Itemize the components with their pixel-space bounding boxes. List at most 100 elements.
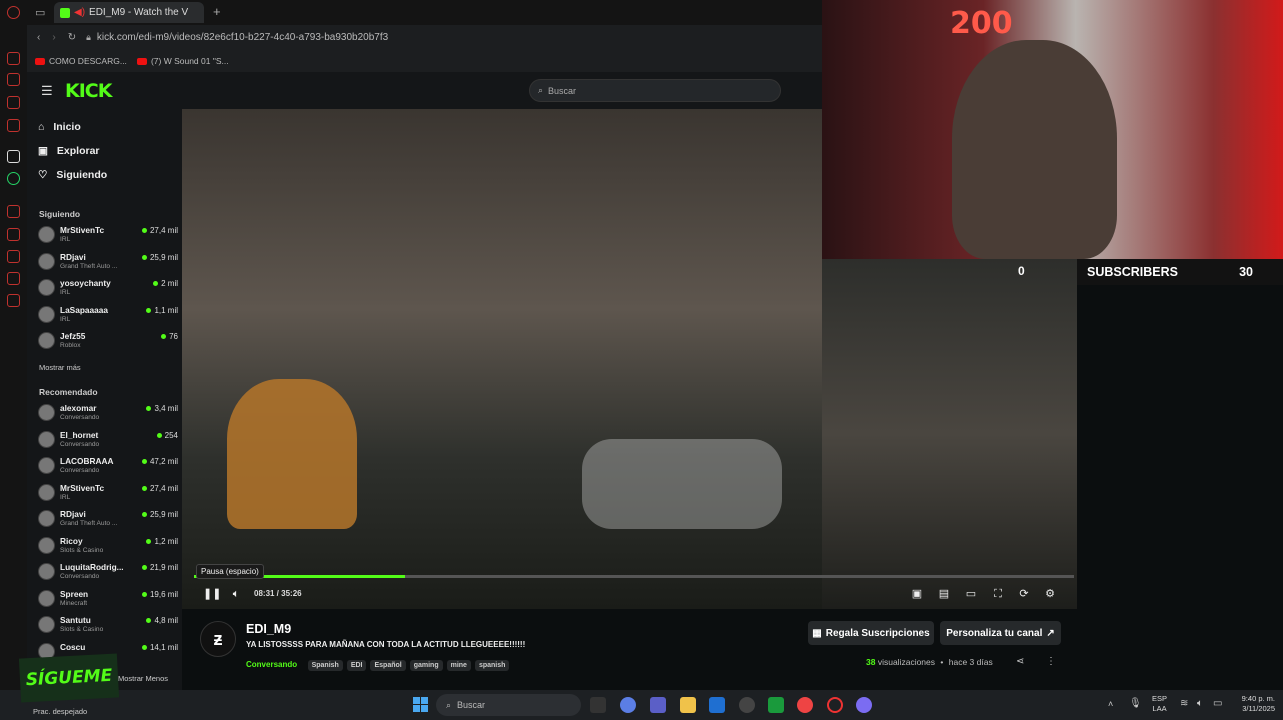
channel-item[interactable]: Ricoy Slots & Casino 1,2 mil bbox=[38, 534, 178, 558]
download-icon[interactable] bbox=[7, 250, 20, 263]
file-icon[interactable] bbox=[590, 697, 606, 713]
customize-label: Personaliza tu canal bbox=[946, 627, 1043, 639]
miniplayer-icon[interactable]: ▣ bbox=[911, 588, 923, 600]
video-player-extension bbox=[822, 259, 1077, 609]
back-icon[interactable]: ‹ bbox=[37, 32, 40, 43]
windows-start-icon[interactable] bbox=[413, 697, 428, 712]
kick-logo[interactable]: KICK bbox=[65, 80, 112, 102]
reload-icon[interactable]: ↻ bbox=[68, 32, 76, 43]
tag-chip[interactable]: mine bbox=[446, 660, 471, 671]
bookmark-item[interactable]: (7) W Sound 01 "S... bbox=[151, 56, 229, 66]
share-icon[interactable]: ⋖ bbox=[1016, 656, 1024, 667]
channel-name[interactable]: EDI_M9 bbox=[246, 622, 291, 636]
channel-item[interactable]: yosoychanty IRL 2 mil bbox=[38, 276, 178, 300]
volume-icon[interactable]: 🔈︎ bbox=[230, 588, 242, 600]
tab-active[interactable]: ◀) EDI_M9 - Watch the V bbox=[54, 2, 204, 23]
taskbar-search[interactable]: ⌕ Buscar bbox=[436, 694, 581, 716]
tab-title: EDI_M9 - Watch the V bbox=[89, 7, 189, 18]
wifi-icon[interactable]: ≋ bbox=[1180, 698, 1188, 709]
store-icon[interactable] bbox=[709, 697, 725, 713]
new-tab-button[interactable]: + bbox=[213, 4, 221, 19]
channel-category: IRL bbox=[60, 493, 71, 501]
category-link[interactable]: Conversando bbox=[246, 660, 297, 669]
channel-avatar[interactable]: ƶ bbox=[200, 621, 236, 657]
url-field[interactable]: kick.com/edi-m9/videos/82e6cf10-b227-4c4… bbox=[97, 32, 388, 43]
xbox-icon[interactable] bbox=[768, 697, 784, 713]
channel-item[interactable]: Spreen Minecraft 19,6 mil bbox=[38, 587, 178, 611]
forward-icon[interactable]: › bbox=[52, 32, 55, 43]
channel-name: LaSapaaaaa bbox=[60, 304, 108, 315]
teams-icon[interactable] bbox=[650, 697, 666, 713]
search-input[interactable]: ⌕ Buscar bbox=[529, 79, 781, 102]
channel-name: LACOBRAAA bbox=[60, 456, 114, 466]
nav-inicio[interactable]: ⌂ Inicio bbox=[38, 121, 81, 133]
copilot-icon[interactable] bbox=[620, 697, 636, 713]
player-icon[interactable] bbox=[7, 205, 20, 218]
tiktok-icon[interactable] bbox=[7, 150, 20, 163]
channel-item[interactable]: LACOBRAAA Conversando 47,2 mil bbox=[38, 454, 178, 478]
channel-item[interactable]: MrStivenTc IRL 27,4 mil bbox=[38, 481, 178, 505]
tag-chip[interactable]: gaming bbox=[409, 660, 443, 671]
messenger-icon[interactable] bbox=[7, 96, 20, 109]
language-indicator[interactable]: ESP LAA bbox=[1152, 694, 1167, 714]
nav-explorar[interactable]: ▣ Explorar bbox=[38, 145, 100, 157]
audio-icon[interactable]: ◀) bbox=[74, 7, 85, 18]
show-less-link[interactable]: Mostrar Menos bbox=[118, 674, 168, 683]
channel-item[interactable]: LaSapaaaaa IRL 1,1 mil bbox=[38, 303, 178, 327]
opera-taskbar-icon[interactable] bbox=[827, 697, 843, 713]
app-icon[interactable] bbox=[739, 697, 755, 713]
tag-chip[interactable]: spanish bbox=[474, 660, 510, 671]
settings-gear-icon[interactable]: ⚙ bbox=[1044, 588, 1056, 600]
messenger-taskbar-icon[interactable] bbox=[856, 697, 872, 713]
tag-row: Conversando Spanish EDI Español gaming mine s… bbox=[246, 654, 513, 672]
channel-item[interactable]: MrStivenTc IRL 27,4 mil bbox=[38, 223, 178, 247]
tag-chip[interactable]: Español bbox=[370, 660, 406, 671]
channel-item[interactable]: alexomar Conversando 3,4 mil bbox=[38, 401, 178, 425]
settings-icon[interactable] bbox=[7, 294, 20, 307]
clip-icon[interactable]: ▤ bbox=[938, 588, 950, 600]
tag-chip[interactable]: EDI bbox=[346, 660, 367, 671]
channel-category: Slots & Casino bbox=[60, 626, 104, 633]
channel-item[interactable]: RDjavi Grand Theft Auto ... 25,9 mil bbox=[38, 507, 178, 531]
bookmark-item[interactable]: COMO DESCARG... bbox=[49, 56, 127, 66]
instagram-icon[interactable] bbox=[7, 119, 20, 132]
channel-avatar bbox=[38, 457, 55, 474]
history-icon[interactable] bbox=[7, 228, 20, 241]
channel-name: El_hornet bbox=[60, 429, 99, 440]
file-explorer-icon[interactable] bbox=[680, 697, 696, 713]
menu-icon[interactable]: ☰ bbox=[41, 83, 53, 99]
theater-mode-icon[interactable]: ▭ bbox=[965, 588, 977, 600]
channel-category: Conversando bbox=[60, 467, 100, 474]
channel-item[interactable]: RDjavi Grand Theft Auto ... 25,9 mil bbox=[38, 250, 178, 274]
fullscreen-icon[interactable]: ⛶ bbox=[992, 588, 1004, 600]
webcam-overlay: 200 bbox=[822, 0, 1283, 259]
speed-dial-icon[interactable] bbox=[7, 52, 20, 65]
nav-siguiendo[interactable]: ♡ Siguiendo bbox=[38, 169, 107, 181]
video-player[interactable] bbox=[182, 109, 822, 609]
extensions-icon[interactable] bbox=[7, 272, 20, 285]
show-more-link[interactable]: Mostrar más bbox=[39, 363, 81, 372]
search-icon: ⌕ bbox=[538, 85, 544, 95]
speed-icon[interactable]: ⟳ bbox=[1018, 588, 1030, 600]
tab-switcher-icon[interactable]: ▭ bbox=[35, 6, 45, 19]
customize-channel-button[interactable]: Personaliza tu canal ↗ bbox=[940, 621, 1061, 645]
volume-tray-icon[interactable]: 🔈︎ bbox=[1197, 698, 1203, 709]
channel-item[interactable]: Jefz55 Roblox 76 bbox=[38, 329, 178, 353]
tag-chip[interactable]: Spanish bbox=[307, 660, 343, 671]
channel-item[interactable]: Santutu Slots & Casino 4,8 mil bbox=[38, 613, 178, 637]
microphone-icon[interactable]: 🎙︎ bbox=[1129, 698, 1142, 709]
channel-item[interactable]: El_hornet Conversando 254 bbox=[38, 428, 178, 452]
opera-logo-icon[interactable] bbox=[7, 6, 20, 19]
whatsapp-icon[interactable] bbox=[7, 172, 20, 185]
channel-item[interactable]: LuquitaRodrig... Conversando 21,9 mil bbox=[38, 560, 178, 584]
channel-name: Santutu bbox=[60, 615, 91, 625]
pause-button[interactable]: ❚❚ bbox=[203, 588, 221, 600]
seek-bar[interactable] bbox=[194, 575, 1074, 578]
chrome-icon[interactable] bbox=[797, 697, 813, 713]
tray-chevron-icon[interactable]: ˄ bbox=[1108, 699, 1113, 709]
battery-icon[interactable]: ▭ bbox=[1213, 698, 1222, 709]
gift-subs-button[interactable]: ▦ Regala Suscripciones bbox=[808, 621, 934, 645]
bag-icon[interactable] bbox=[7, 73, 20, 86]
clock[interactable]: 9:40 p. m. 3/11/2025 bbox=[1230, 694, 1275, 714]
more-options-icon[interactable]: ⋮ bbox=[1046, 656, 1056, 667]
